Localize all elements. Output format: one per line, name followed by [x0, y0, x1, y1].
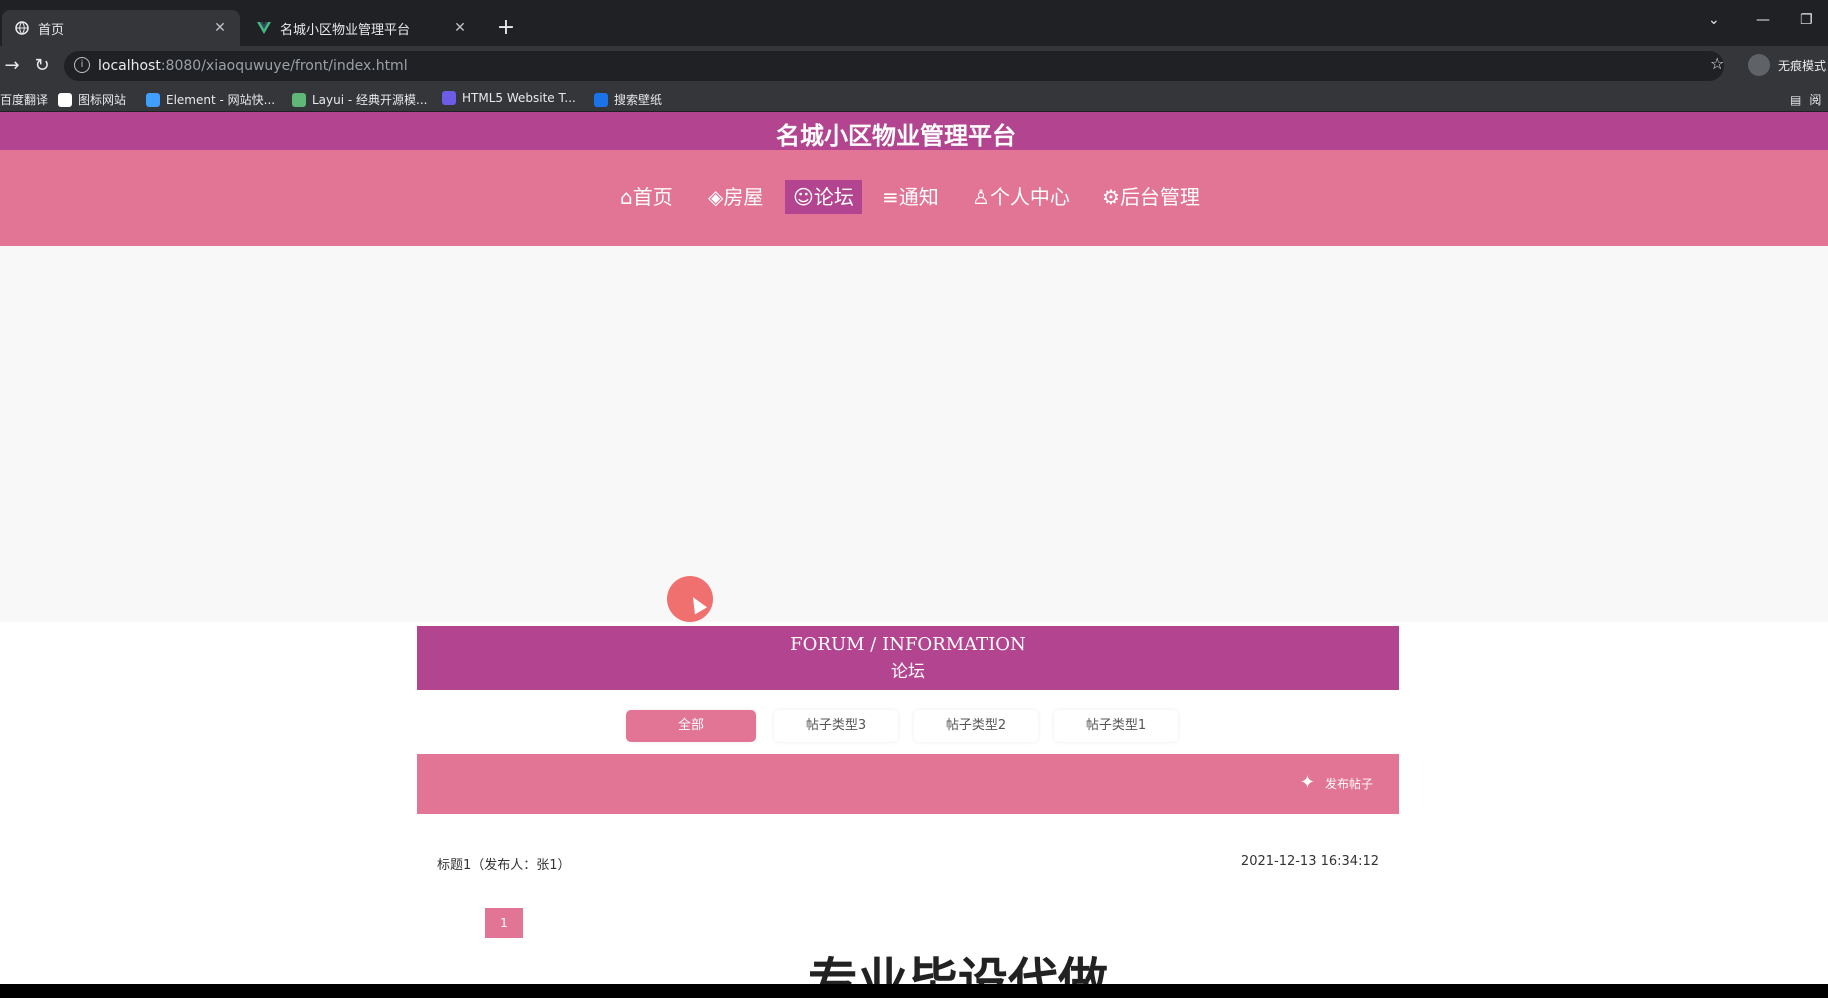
forward-icon[interactable]: → [0, 54, 24, 78]
reload-icon[interactable]: ↻ [30, 54, 54, 78]
forum-icon: ☺ [793, 185, 814, 209]
nav-home[interactable]: ⌂首页 [612, 180, 681, 214]
element-icon [146, 92, 160, 107]
tab-home[interactable]: 首页 ✕ [2, 10, 240, 46]
flag-icon [58, 92, 72, 107]
bookmark-item[interactable]: 百度翻译 [0, 91, 48, 108]
bookmark-item[interactable]: Element - 网站快... [146, 91, 275, 108]
bookmark-item[interactable]: Layui - 经典开源模... [292, 91, 427, 108]
bookmark-item[interactable]: 搜索壁纸 [594, 91, 662, 108]
reading-list-icon: ▤ [1790, 92, 1802, 107]
filter-type2[interactable]: 帖子类型2 [914, 710, 1038, 742]
bookmark-star-icon[interactable]: ☆ [1710, 54, 1724, 73]
wallpaper-icon [594, 92, 608, 107]
url-text: localhost:8080/xiaoquwuye/front/index.ht… [98, 58, 408, 74]
publish-post-button[interactable]: ✦ 发布帖子 [1300, 774, 1373, 792]
incognito-icon [1748, 54, 1770, 76]
info-icon[interactable]: i [74, 57, 90, 73]
bookmark-item[interactable]: 图标网站 [58, 91, 126, 108]
plus-icon: ✦ [1299, 772, 1315, 793]
vue-logo-icon [256, 20, 272, 36]
layui-icon [292, 92, 306, 107]
incognito-indicator[interactable]: 无痕模式 [1748, 54, 1826, 76]
link-icon: ⚙ [1102, 185, 1120, 209]
filter-all[interactable]: 全部 [626, 710, 756, 742]
nav-forum[interactable]: ☺论坛 [785, 180, 862, 214]
new-tab-button[interactable]: + [492, 14, 520, 42]
nav-admin[interactable]: ⚙后台管理 [1094, 180, 1208, 214]
nav-notice[interactable]: ≡通知 [874, 180, 947, 214]
close-icon[interactable]: ✕ [212, 20, 228, 36]
globe-icon [14, 20, 30, 36]
restore-icon[interactable]: ❐ [1800, 12, 1813, 28]
tab-platform[interactable]: 名城小区物业管理平台 ✕ [244, 10, 480, 46]
site-header: 名城小区物业管理平台 [0, 112, 1828, 150]
page-number-button[interactable]: 1 [485, 908, 523, 938]
forum-header-zh: 论坛 [891, 662, 925, 682]
tab-title: 名城小区物业管理平台 [280, 22, 411, 38]
address-bar[interactable]: i localhost:8080/xiaoquwuye/front/index.… [64, 51, 1724, 81]
forum-header: FORUM / INFORMATION 论坛 [417, 626, 1399, 690]
close-icon[interactable]: ✕ [452, 20, 468, 36]
site-title: 名城小区物业管理平台 [776, 122, 1016, 150]
reading-list[interactable]: ▤ 阅 [1790, 91, 1821, 108]
browser-toolbar: → ↻ i localhost:8080/xiaoquwuye/front/in… [0, 46, 1828, 86]
web-page: 名城小区物业管理平台 ⌂首页 ◈房屋 ☺论坛 ≡通知 ♙个人中心 ⚙后台管理 F… [0, 112, 1828, 984]
main-nav: ⌂首页 ◈房屋 ☺论坛 ≡通知 ♙个人中心 ⚙后台管理 [0, 150, 1828, 246]
bookmark-item[interactable]: HTML5 Website T... [442, 91, 576, 105]
tab-title: 首页 [38, 22, 65, 38]
nav-profile[interactable]: ♙个人中心 [964, 180, 1078, 214]
house-icon: ◈ [708, 185, 724, 209]
minimize-icon[interactable]: — [1756, 12, 1770, 28]
home-icon: ⌂ [620, 185, 633, 209]
post-title: 标题1（发布人：张1） [437, 858, 571, 873]
html5-icon [442, 91, 456, 105]
bookmarks-bar: 百度翻译 图标网站 Element - 网站快... Layui - 经典开源模… [0, 86, 1828, 112]
filter-type3[interactable]: 帖子类型3 [774, 710, 898, 742]
watermark-text: 专业毕设代做 [808, 953, 1108, 984]
forum-action-bar: ✦ 发布帖子 [417, 754, 1399, 814]
post-list-item[interactable]: 标题1（发布人：张1） 2021-12-13 16:34:12 [417, 850, 1399, 876]
banner-area [0, 246, 1828, 622]
post-time: 2021-12-13 16:34:12 [1240, 854, 1379, 869]
nav-house[interactable]: ◈房屋 [700, 180, 771, 214]
screen-border [0, 984, 1828, 998]
user-icon: ♙ [972, 185, 990, 209]
notice-icon: ≡ [882, 185, 899, 209]
tab-search-icon[interactable]: ⌄ [1708, 12, 1720, 28]
browser-tab-strip: 首页 ✕ 名城小区物业管理平台 ✕ + ⌄ — ❐ [0, 0, 1828, 46]
filter-type1[interactable]: 帖子类型1 [1054, 710, 1178, 742]
forum-header-en: FORUM / INFORMATION [790, 634, 1026, 655]
